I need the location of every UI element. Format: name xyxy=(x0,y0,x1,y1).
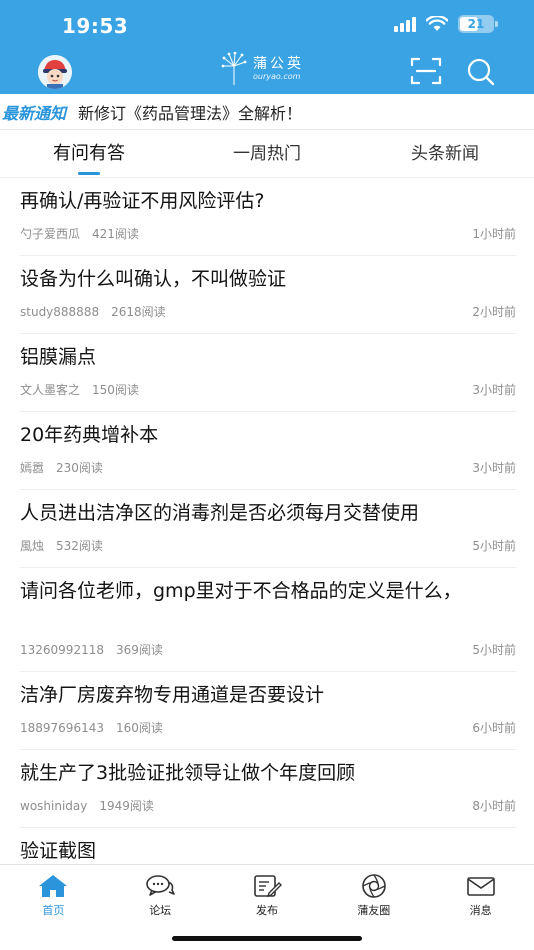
list-item[interactable]: 就生产了3批验证批领导让做个年度回顾 woshiniday 1949阅读 8小时前 xyxy=(20,750,516,828)
nav-label: 论坛 xyxy=(149,904,172,917)
home-icon xyxy=(39,875,68,897)
list-item[interactable]: 再确认/再验证不用风险评估? 勺子爱西瓜 421阅读 1小时前 xyxy=(20,178,516,256)
dandelion-logo-icon xyxy=(221,52,247,85)
status-icons: 21 xyxy=(394,15,498,33)
post-views: 421阅读 xyxy=(92,227,139,241)
post-title[interactable]: 人员进出洁净区的消毒剂是否必须每月交替使用 xyxy=(20,500,516,526)
friends-circle-icon xyxy=(361,874,386,898)
post-meta: 13260992118 369阅读 xyxy=(20,641,163,658)
list-item[interactable]: 洁净厂房废弃物专用通道是否要设计 18897696143 160阅读 6小时前 xyxy=(20,672,516,750)
forum-icon xyxy=(146,875,175,896)
post-time: 5小时前 xyxy=(472,539,516,553)
post-time: 3小时前 xyxy=(472,383,516,397)
wifi-icon xyxy=(426,16,448,31)
tab-headlines[interactable]: 头条新闻 xyxy=(356,130,534,177)
post-time: 5小时前 xyxy=(472,643,516,657)
signal-icon xyxy=(394,16,416,32)
post-views: 230阅读 xyxy=(56,461,103,475)
post-meta: 嫣嚣 230阅读 xyxy=(20,459,103,476)
content-tabs: 有问有答 一周热门 头条新闻 xyxy=(0,130,534,178)
list-item[interactable]: 20年药典增补本 嫣嚣 230阅读 3小时前 xyxy=(20,412,516,490)
nav-label: 消息 xyxy=(469,904,492,917)
post-views: 1949阅读 xyxy=(99,799,154,813)
nav-label: 发布 xyxy=(255,904,278,917)
post-author: 13260992118 xyxy=(20,643,104,657)
post-views: 150阅读 xyxy=(92,383,139,397)
post-time: 3小时前 xyxy=(472,461,516,475)
notice-bar[interactable]: 最新通知 新修订《药品管理法》全解析！ xyxy=(0,94,534,130)
list-item[interactable]: 人员进出洁净区的消毒剂是否必须每月交替使用 風烛 532阅读 5小时前 xyxy=(20,490,516,568)
post-title[interactable]: 请问各位老师，gmp里对于不合格品的定义是什么， xyxy=(20,578,516,604)
battery-level: 21 xyxy=(467,17,485,31)
post-meta: 文人墨客之 150阅读 xyxy=(20,381,139,398)
post-time: 6小时前 xyxy=(472,721,516,735)
tab-weekly-hot[interactable]: 一周热门 xyxy=(178,130,356,177)
logo-chinese-name: 蒲公英 xyxy=(253,56,304,72)
scan-icon[interactable] xyxy=(410,56,442,86)
nav-label: 首页 xyxy=(42,904,65,917)
post-meta: 風烛 532阅读 xyxy=(20,537,103,554)
list-item[interactable]: 铝膜漏点 文人墨客之 150阅读 3小时前 xyxy=(20,334,516,412)
publish-icon xyxy=(254,875,282,898)
nav-home[interactable]: 首页 xyxy=(0,865,107,950)
notice-text[interactable]: 新修订《药品管理法》全解析！ xyxy=(78,100,302,124)
avatar[interactable] xyxy=(38,55,72,89)
post-title[interactable]: 再确认/再验证不用风险评估? xyxy=(20,188,516,214)
tab-qa[interactable]: 有问有答 xyxy=(0,130,178,177)
post-time: 1小时前 xyxy=(472,227,516,241)
post-views: 2618阅读 xyxy=(111,305,166,319)
nav-label: 蒲友圈 xyxy=(357,904,391,917)
home-indicator xyxy=(172,936,362,941)
post-author: 嫣嚣 xyxy=(20,461,45,475)
list-item[interactable]: 设备为什么叫确认，不叫做验证 study888888 2618阅读 2小时前 xyxy=(20,256,516,334)
list-item[interactable]: 请问各位老师，gmp里对于不合格品的定义是什么， 13260992118 369阅… xyxy=(20,568,516,672)
status-time: 19:53 xyxy=(62,14,129,38)
post-title[interactable]: 验证截图 xyxy=(20,838,516,864)
post-time: 8小时前 xyxy=(472,799,516,813)
post-meta: study888888 2618阅读 xyxy=(20,303,166,320)
post-author: woshiniday xyxy=(20,799,88,813)
post-title[interactable]: 20年药典增补本 xyxy=(20,422,516,448)
post-time: 2小时前 xyxy=(472,305,516,319)
post-title[interactable]: 铝膜漏点 xyxy=(20,344,516,370)
app-logo: 蒲公英 ouryao.com xyxy=(221,52,304,86)
post-views: 532阅读 xyxy=(56,539,103,553)
post-list: 再确认/再验证不用风险评估? 勺子爱西瓜 421阅读 1小时前 设备为什么叫确认，… xyxy=(0,178,534,906)
post-meta: 勺子爱西瓜 421阅读 xyxy=(20,225,139,242)
post-author: 18897696143 xyxy=(20,721,104,735)
post-meta: woshiniday 1949阅读 xyxy=(20,797,154,814)
nav-messages[interactable]: 消息 xyxy=(427,865,534,950)
logo-domain: ouryao.com xyxy=(253,72,301,81)
post-title[interactable]: 洁净厂房废弃物专用通道是否要设计 xyxy=(20,682,516,708)
post-author: 風烛 xyxy=(20,539,45,553)
post-title[interactable]: 就生产了3批验证批领导让做个年度回顾 xyxy=(20,760,516,786)
post-author: study888888 xyxy=(20,305,100,319)
battery-icon: 21 xyxy=(458,15,498,33)
post-title[interactable]: 设备为什么叫确认，不叫做验证 xyxy=(20,266,516,292)
notice-label: 最新通知 xyxy=(2,103,67,123)
post-author: 勺子爱西瓜 xyxy=(20,227,81,241)
post-views: 160阅读 xyxy=(115,721,163,735)
mail-icon xyxy=(466,877,495,896)
post-author: 文人墨客之 xyxy=(20,383,81,397)
search-icon[interactable] xyxy=(465,56,497,88)
post-meta: 18897696143 160阅读 xyxy=(20,719,163,736)
top-header: 19:53 21 蒲公英 ouryao.com xyxy=(0,0,534,94)
post-views: 369阅读 xyxy=(115,643,163,657)
